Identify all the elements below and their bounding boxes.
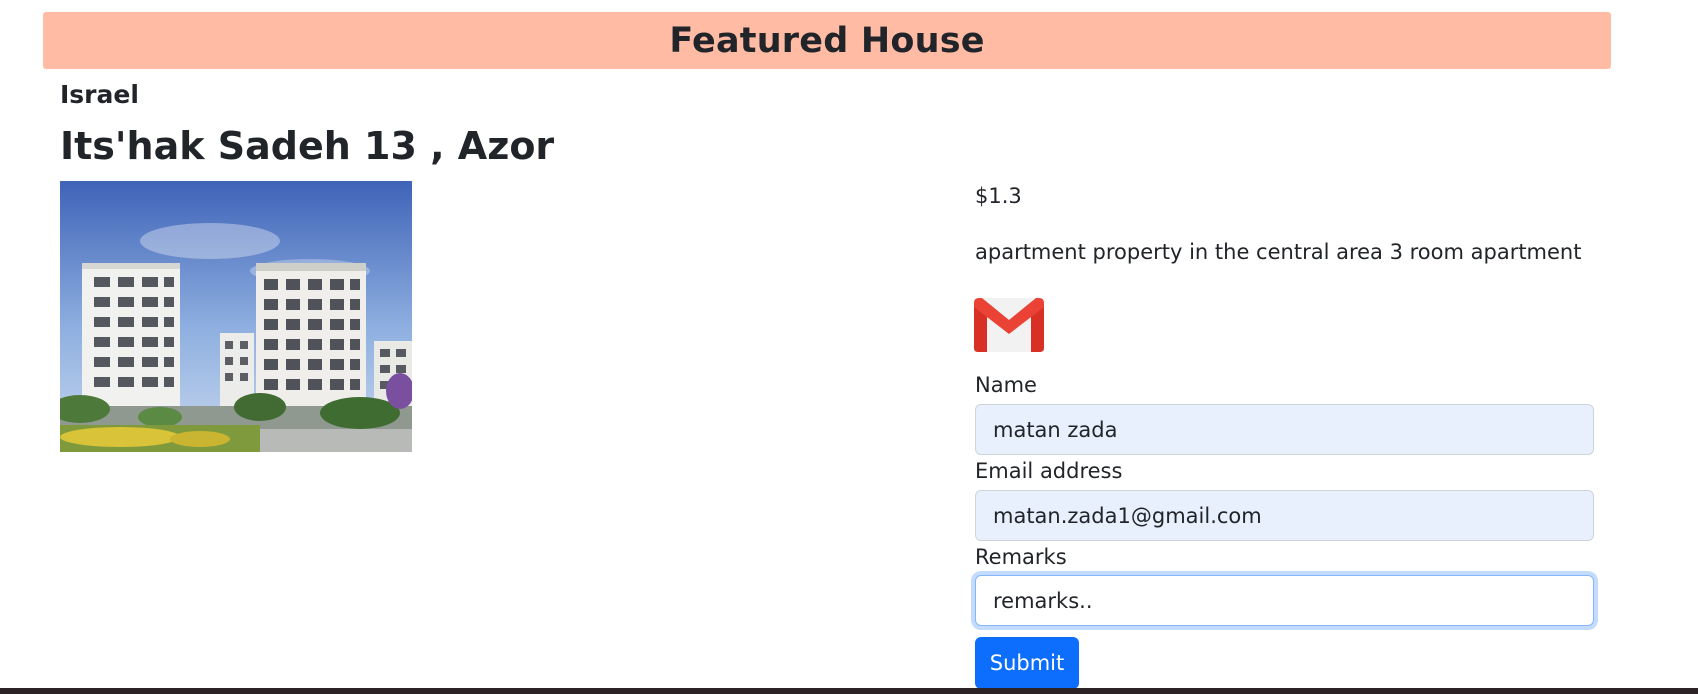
remarks-field[interactable]	[975, 575, 1594, 626]
page: Featured House Israel Its'hak Sadeh 13 ,…	[0, 0, 1698, 694]
listing-address: Its'hak Sadeh 13 , Azor	[60, 124, 555, 168]
remarks-label: Remarks	[975, 545, 1067, 569]
name-field[interactable]	[975, 404, 1594, 455]
house-photo	[60, 181, 412, 452]
email-field[interactable]	[975, 490, 1594, 541]
page-title: Featured House	[669, 20, 985, 61]
listing-description: apartment property in the central area 3…	[975, 240, 1582, 264]
submit-button[interactable]: Submit	[975, 637, 1079, 689]
gmail-icon[interactable]	[974, 298, 1044, 352]
window-bottom-edge	[0, 688, 1698, 694]
name-label: Name	[975, 373, 1037, 397]
featured-banner: Featured House	[43, 12, 1611, 69]
listing-price: $1.3	[975, 184, 1022, 208]
email-label: Email address	[975, 459, 1123, 483]
listing-country: Israel	[60, 80, 139, 109]
